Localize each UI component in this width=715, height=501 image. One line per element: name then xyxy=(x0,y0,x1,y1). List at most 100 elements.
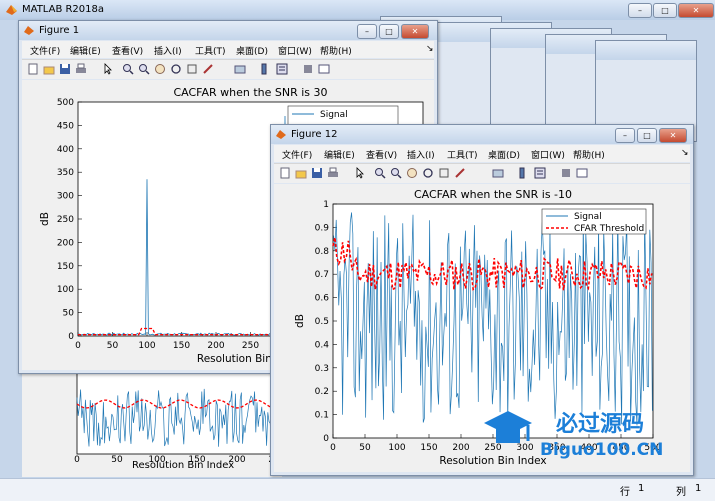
chart-title: CACFAR when the SNR is -10 xyxy=(414,188,572,201)
menu-edit[interactable]: 编辑(E) xyxy=(324,148,355,161)
figure-12-title: Figure 12 xyxy=(291,129,338,140)
menu-insert[interactable]: 插入(I) xyxy=(154,44,182,57)
save-icon[interactable] xyxy=(311,167,323,179)
menu-file[interactable]: 文件(F) xyxy=(282,148,312,161)
y-tick-label: 150 xyxy=(57,262,74,272)
menu-file[interactable]: 文件(F) xyxy=(30,44,60,57)
y-axis-label: dB xyxy=(294,314,306,328)
legend-icon[interactable] xyxy=(534,167,546,179)
close-button[interactable]: ✕ xyxy=(678,3,714,18)
figure-1-title: Figure 1 xyxy=(39,25,80,36)
watermark-text-cn: 必过源码 xyxy=(556,411,644,437)
menu-view[interactable]: 查看(V) xyxy=(112,44,143,57)
fig1-close-button[interactable]: ✕ xyxy=(401,24,429,39)
bg-x-tick-label: 0 xyxy=(74,455,80,465)
matlab-titlebar: MATLAB R2018a – □ ✕ xyxy=(0,0,715,20)
print-icon[interactable] xyxy=(327,167,339,179)
zoom-out-icon[interactable] xyxy=(390,167,402,179)
y-tick-label: 400 xyxy=(57,145,74,155)
link-icon[interactable] xyxy=(492,167,504,179)
menu-tools[interactable]: 工具(T) xyxy=(195,44,226,57)
graduation-cap-icon: 必过源码 Biguo100.CN xyxy=(484,411,663,460)
menu-tools[interactable]: 工具(T) xyxy=(447,148,478,161)
menu-insert[interactable]: 插入(I) xyxy=(407,148,435,161)
colorbar-icon[interactable] xyxy=(258,63,270,75)
plot-axes xyxy=(332,203,654,439)
minimize-button[interactable]: – xyxy=(628,3,652,18)
data-cursor-icon[interactable] xyxy=(186,63,198,75)
zoom-in-icon[interactable] xyxy=(374,167,386,179)
data-cursor-icon[interactable] xyxy=(438,167,450,179)
legend-icon[interactable] xyxy=(276,63,288,75)
menu-help[interactable]: 帮助(H) xyxy=(320,44,352,57)
bg-xlabel: Resolution Bin Index xyxy=(132,460,234,471)
background-plot-window[interactable]: 050100150200250 Resolution Bin Index xyxy=(22,362,286,477)
background-plot: 050100150200250 Resolution Bin Index xyxy=(74,367,286,471)
row-value: 1 xyxy=(638,483,645,494)
y-tick-label: 0.8 xyxy=(315,247,330,257)
legend-threshold-label: CFAR Threshold xyxy=(574,224,644,234)
link-icon[interactable] xyxy=(234,63,246,75)
zoom-in-icon[interactable] xyxy=(122,63,134,75)
y-tick-label: 0.2 xyxy=(315,387,329,397)
new-figure-icon[interactable] xyxy=(27,63,39,75)
y-tick-label: 0.7 xyxy=(315,270,329,280)
y-axis-label: dB xyxy=(39,212,51,226)
rotate-icon[interactable] xyxy=(170,63,182,75)
x-tick-label: 150 xyxy=(173,341,190,351)
y-tick-label: 200 xyxy=(57,238,74,248)
menu-edit[interactable]: 编辑(E) xyxy=(70,44,101,57)
legend-signal-label: Signal xyxy=(574,212,602,222)
fig12-maximize-button[interactable]: □ xyxy=(637,128,657,143)
show-plot-tools-icon[interactable] xyxy=(318,63,330,75)
y-tick-label: 0.9 xyxy=(315,223,330,233)
open-icon[interactable] xyxy=(295,167,307,179)
pan-icon[interactable] xyxy=(406,167,418,179)
x-tick-label: 250 xyxy=(242,341,259,351)
figure-12-toolbar xyxy=(274,163,690,183)
open-icon[interactable] xyxy=(43,63,55,75)
menu-desktop[interactable]: 桌面(D) xyxy=(488,148,520,161)
y-tick-label: 450 xyxy=(57,121,74,131)
fig1-maximize-button[interactable]: □ xyxy=(379,24,399,39)
save-icon[interactable] xyxy=(59,63,71,75)
bg-x-tick-label: 50 xyxy=(111,455,123,465)
legend-signal-label: Signal xyxy=(320,110,348,120)
brush-icon[interactable] xyxy=(454,167,466,179)
pointer-icon[interactable] xyxy=(102,63,114,75)
brush-icon[interactable] xyxy=(202,63,214,75)
figure-icon xyxy=(24,26,34,35)
rotate-icon[interactable] xyxy=(422,167,434,179)
x-tick-label: 200 xyxy=(207,341,224,351)
menu-window[interactable]: 窗口(W) xyxy=(531,148,565,161)
y-tick-label: 0.5 xyxy=(315,317,329,327)
y-tick-label: 100 xyxy=(57,285,74,295)
chart-title: CACFAR when the SNR is 30 xyxy=(173,86,327,99)
y-tick-label: 0.1 xyxy=(315,411,329,421)
x-tick-label: 0 xyxy=(330,443,336,453)
fig12-minimize-button[interactable]: – xyxy=(615,128,635,143)
fig12-close-button[interactable]: ✕ xyxy=(659,128,687,143)
y-tick-label: 1 xyxy=(323,200,329,210)
hide-plot-tools-icon[interactable] xyxy=(302,63,314,75)
pan-icon[interactable] xyxy=(154,63,166,75)
figure-1-menubar: 文件(F) 编辑(E) 查看(V) 插入(I) 工具(T) 桌面(D) 窗口(W… xyxy=(22,41,434,58)
maximize-button[interactable]: □ xyxy=(653,3,677,18)
show-plot-tools-icon[interactable] xyxy=(576,167,588,179)
new-figure-icon[interactable] xyxy=(279,167,291,179)
menu-desktop[interactable]: 桌面(D) xyxy=(236,44,268,57)
zoom-out-icon[interactable] xyxy=(138,63,150,75)
colorbar-icon[interactable] xyxy=(516,167,528,179)
fig1-minimize-button[interactable]: – xyxy=(357,24,377,39)
menu-help[interactable]: 帮助(H) xyxy=(573,148,605,161)
menu-view[interactable]: 查看(V) xyxy=(366,148,397,161)
menu-dock-icon[interactable]: ↘ xyxy=(426,44,434,54)
watermark-text-en: Biguo100.CN xyxy=(540,440,663,460)
y-tick-label: 50 xyxy=(63,309,75,319)
menu-dock-icon[interactable]: ↘ xyxy=(681,148,689,158)
hide-plot-tools-icon[interactable] xyxy=(560,167,572,179)
print-icon[interactable] xyxy=(75,63,87,75)
pointer-icon[interactable] xyxy=(354,167,366,179)
menu-window[interactable]: 窗口(W) xyxy=(278,44,312,57)
y-tick-label: 350 xyxy=(57,168,74,178)
